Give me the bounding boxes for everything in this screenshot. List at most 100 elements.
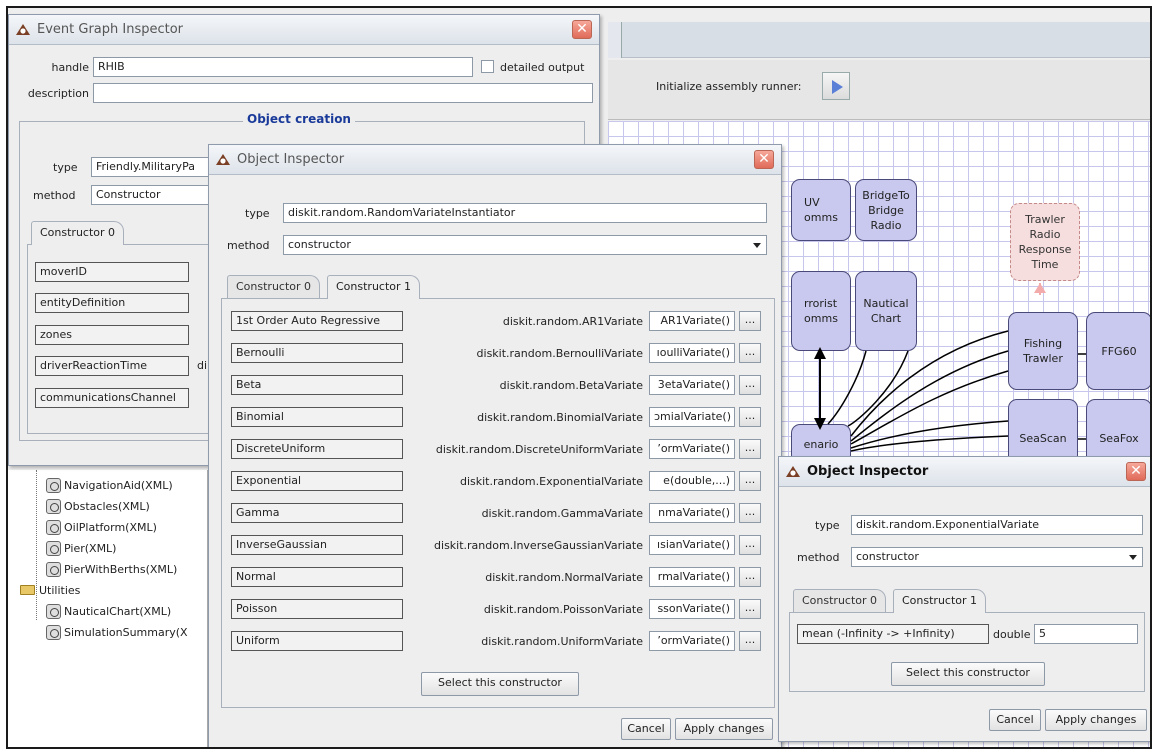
param-moverid: moverID [35, 262, 189, 282]
tab-constructor-0[interactable]: Constructor 0 [31, 221, 125, 245]
edit-value-button[interactable]: ... [739, 375, 761, 395]
node-label: BridgeTo Bridge Radio [862, 188, 910, 232]
edit-value-button[interactable]: ... [739, 343, 761, 363]
tree-item-label: Obstacles(XML) [64, 499, 150, 513]
variate-name: Bernoulli [231, 343, 403, 363]
node-trawler-radio[interactable]: Trawler Radio Response Time [1010, 203, 1080, 281]
variate-class: diskit.random.GammaVariate [481, 507, 643, 520]
object-inspector-window: Object Inspector ✕ type diskit.random.Ra… [208, 144, 782, 747]
variate-value-input[interactable]: rmalVariate() [649, 567, 735, 587]
method-select[interactable]: constructor [283, 235, 767, 255]
tree-item-pierwithberths[interactable]: PierWithBerths(XML) [46, 560, 177, 578]
edit-value-button[interactable]: ... [739, 631, 761, 651]
edit-value-button[interactable]: ... [739, 567, 761, 587]
variate-name: Beta [231, 375, 403, 395]
variate-name: Poisson [231, 599, 403, 619]
edit-value-button[interactable]: ... [739, 535, 761, 555]
edit-value-button[interactable]: ... [739, 407, 761, 427]
variate-value-input[interactable]: ssonVariate() [649, 599, 735, 619]
object-creation-title: Object creation [243, 112, 355, 126]
node-ffg60[interactable]: FFG60 [1086, 312, 1150, 390]
detailed-output-label: detailed output [500, 61, 585, 74]
edit-value-button[interactable]: ... [739, 311, 761, 331]
handle-label: handle [51, 61, 90, 74]
select-constructor-button[interactable]: Select this constructor [421, 672, 579, 696]
type-input[interactable]: Friendly.MilitaryPa [91, 157, 211, 177]
close-button[interactable]: ✕ [572, 20, 592, 39]
folder-icon [20, 585, 35, 595]
close-button[interactable]: ✕ [1126, 462, 1146, 481]
apply-changes-button[interactable]: Apply changes [1045, 709, 1147, 731]
mean-value-input[interactable]: 5 [1034, 624, 1138, 644]
variate-name: Exponential [231, 471, 403, 491]
dropdown-arrow-icon [753, 243, 761, 248]
variate-value-input[interactable]: ʼormVariate() [649, 439, 735, 459]
tab-constructor-1[interactable]: Constructor 1 [327, 275, 421, 299]
variate-class: diskit.random.BetaVariate [499, 379, 643, 392]
assembly-icon [46, 477, 61, 493]
tree-item-obstacles[interactable]: Obstacles(XML) [46, 497, 150, 515]
tree-item-label: PierWithBerths(XML) [64, 562, 178, 576]
node-bridge-to-bridge[interactable]: BridgeTo Bridge Radio [855, 179, 917, 241]
edit-value-button[interactable]: ... [739, 503, 761, 523]
tab-constructor-1[interactable]: Constructor 1 [893, 589, 987, 613]
edit-value-button[interactable]: ... [739, 471, 761, 491]
edit-value-button[interactable]: ... [739, 599, 761, 619]
variate-value-input[interactable]: ʼormVariate() [649, 631, 735, 651]
node-uv-comms[interactable]: UV omms [791, 179, 851, 241]
tree-folder-utilities[interactable]: Utilities [20, 581, 80, 599]
tree-folder-label: Utilities [39, 583, 81, 597]
edit-value-button[interactable]: ... [739, 439, 761, 459]
variate-value-input[interactable]: nmaVariate() [649, 503, 735, 523]
editor-tab[interactable] [608, 22, 622, 58]
tree-item-simulationsummary[interactable]: SimulationSummary(X [46, 623, 188, 641]
variate-value-input[interactable]: AR1Variate() [649, 311, 735, 331]
variate-class: diskit.random.DiscreteUniformVariate [435, 443, 643, 456]
node-nautical-chart[interactable]: Nautical Chart [855, 271, 917, 351]
detailed-output-checkbox[interactable] [481, 60, 494, 73]
select-constructor-button[interactable]: Select this constructor [891, 662, 1045, 686]
method-input[interactable]: Constructor [91, 185, 211, 205]
type-input[interactable]: diskit.random.ExponentialVariate [851, 515, 1143, 535]
method-select[interactable]: constructor [851, 547, 1143, 567]
variate-value-input[interactable]: e(double,...) [649, 471, 735, 491]
variate-value-input[interactable]: ısianVariate() [649, 535, 735, 555]
type-label: type [53, 161, 78, 174]
variate-class: diskit.random.PoissonVariate [483, 603, 643, 616]
library-tree: NavigationAid(XML) Obstacles(XML) OilPla… [8, 470, 208, 747]
run-button[interactable] [822, 72, 850, 100]
handle-input[interactable]: RHIB [93, 57, 473, 77]
tab-constructor-0[interactable]: Constructor 0 [793, 589, 887, 613]
tree-item-oilplatform[interactable]: OilPlatform(XML) [46, 518, 157, 536]
apply-changes-button[interactable]: Apply changes [675, 718, 773, 740]
node-terrorist-comms[interactable]: rrorist omms [791, 271, 851, 351]
node-label: enario [803, 437, 839, 451]
type-label: type [245, 207, 270, 220]
tab-constructor-0[interactable]: Constructor 0 [227, 275, 321, 299]
variate-value-input[interactable]: ıoulliVariate() [649, 343, 735, 363]
tree-item-label: OilPlatform(XML) [64, 520, 157, 534]
title-bar[interactable]: Object Inspector ✕ [209, 145, 781, 175]
tree-item-nauticalchart[interactable]: NauticalChart(XML) [46, 602, 171, 620]
tree-item-pier[interactable]: Pier(XML) [46, 539, 116, 557]
close-button[interactable]: ✕ [754, 150, 774, 169]
variate-value-input[interactable]: ɔmialVariate() [649, 407, 735, 427]
tree-item-navigationaid[interactable]: NavigationAid(XML) [46, 476, 173, 494]
cancel-button[interactable]: Cancel [621, 718, 671, 740]
cancel-button[interactable]: Cancel [989, 709, 1041, 731]
title-bar[interactable]: Object Inspector ✕ [779, 457, 1150, 487]
type-input[interactable]: diskit.random.RandomVariateInstantiator [283, 203, 767, 223]
node-fishing-trawler[interactable]: Fishing Trawler [1008, 312, 1078, 390]
node-label: Fishing Trawler [1023, 337, 1063, 365]
param-mean: mean (-Infinity -> +Infinity) [797, 624, 989, 644]
object-inspector-secondary-window: Object Inspector ✕ type diskit.random.Ex… [778, 456, 1150, 742]
variate-class: diskit.random.ExponentialVariate [459, 475, 643, 488]
assembly-icon [46, 603, 61, 619]
description-input[interactable] [93, 83, 593, 103]
node-label: SeaScan [1019, 431, 1067, 445]
variate-name: InverseGaussian [231, 535, 403, 555]
title-bar[interactable]: Event Graph Inspector ✕ [9, 15, 599, 45]
variate-name: Binomial [231, 407, 403, 427]
variate-value-input[interactable]: 3etaVariate() [649, 375, 735, 395]
method-label: method [227, 239, 270, 252]
